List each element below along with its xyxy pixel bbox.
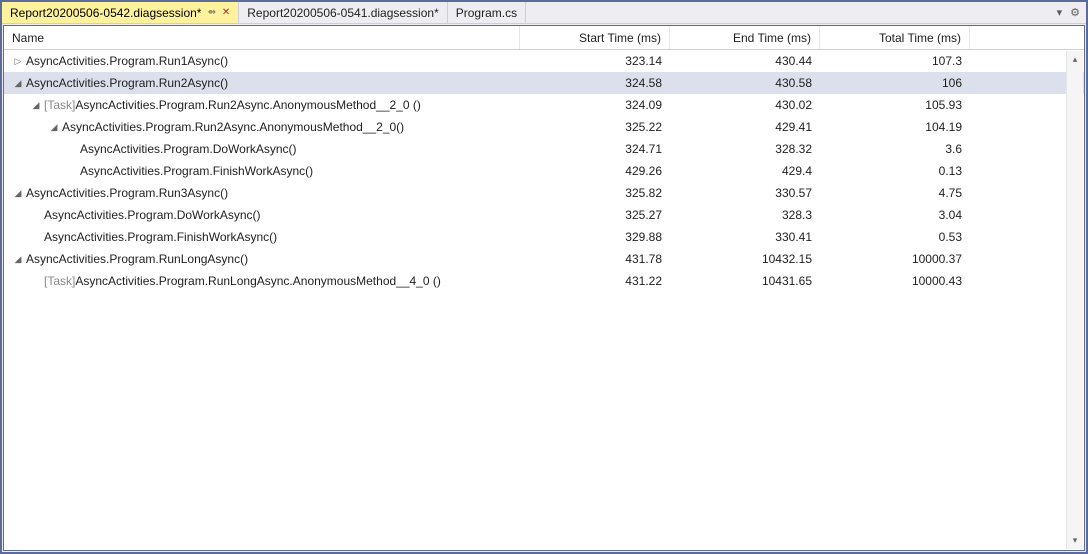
cell-name: ◢AsyncActivities.Program.Run3Async() [4,182,520,204]
gear-icon[interactable]: ⚙ [1070,6,1080,19]
vertical-scrollbar[interactable]: ▴ ▾ [1066,51,1083,549]
cell-total: 0.13 [820,160,970,182]
task-tag: [Task] [44,274,75,288]
row-name: AsyncActivities.Program.Run3Async() [26,186,228,200]
pin-icon[interactable]: ⇴ [207,7,215,18]
cell-end: 430.02 [670,94,820,116]
chevron-down-icon[interactable]: ◢ [48,122,60,133]
cell-start: 431.22 [520,270,670,292]
row-name: AsyncActivities.Program.FinishWorkAsync(… [80,164,313,178]
row-name: AsyncActivities.Program.FinishWorkAsync(… [44,230,277,244]
cell-end: 429.41 [670,116,820,138]
cell-end: 330.41 [670,226,820,248]
table-row[interactable]: ◢AsyncActivities.Program.RunLongAsync()4… [4,248,1084,270]
table-row[interactable]: [Task] AsyncActivities.Program.RunLongAs… [4,270,1084,292]
cell-total: 107.3 [820,50,970,72]
cell-end: 10432.15 [670,248,820,270]
cell-total: 10000.37 [820,248,970,270]
tab-strip: Report20200506-0542.diagsession* ⇴ ✕ Rep… [2,2,1086,24]
table-row[interactable]: ◢[Task] AsyncActivities.Program.Run2Asyn… [4,94,1084,116]
cell-name: ◢[Task] AsyncActivities.Program.Run2Asyn… [4,94,520,116]
cell-start: 429.26 [520,160,670,182]
cell-total: 10000.43 [820,270,970,292]
table-row[interactable]: AsyncActivities.Program.FinishWorkAsync(… [4,226,1084,248]
chevron-down-icon[interactable]: ◢ [30,100,42,111]
row-name: AsyncActivities.Program.Run2Async.Anonym… [75,98,421,112]
chevron-right-icon[interactable]: ▷ [12,56,24,67]
chevron-down-icon[interactable]: ◢ [12,78,24,89]
col-name[interactable]: Name [4,26,520,49]
cell-end: 10431.65 [670,270,820,292]
cell-name: ◢AsyncActivities.Program.Run2Async() [4,72,520,94]
window: Report20200506-0542.diagsession* ⇴ ✕ Rep… [2,2,1086,552]
results-grid: Name Start Time (ms) End Time (ms) Total… [3,25,1085,551]
row-name: AsyncActivities.Program.Run2Async.Anonym… [62,120,404,134]
cell-total: 3.6 [820,138,970,160]
table-row[interactable]: ◢AsyncActivities.Program.Run2Async()324.… [4,72,1084,94]
cell-name: ◢AsyncActivities.Program.RunLongAsync() [4,248,520,270]
cell-name: AsyncActivities.Program.FinishWorkAsync(… [4,226,520,248]
row-name: AsyncActivities.Program.Run1Async() [26,54,228,68]
tab-label: Program.cs [456,6,517,20]
tab-dropdown-icon[interactable]: ▾ [1057,6,1063,19]
cell-name: AsyncActivities.Program.FinishWorkAsync(… [4,160,520,182]
row-name: AsyncActivities.Program.DoWorkAsync() [44,208,261,222]
cell-total: 3.04 [820,204,970,226]
table-row[interactable]: ◢AsyncActivities.Program.Run3Async()325.… [4,182,1084,204]
cell-name: AsyncActivities.Program.DoWorkAsync() [4,204,520,226]
tab-label: Report20200506-0542.diagsession* [10,6,201,20]
cell-start: 323.14 [520,50,670,72]
cell-name: [Task] AsyncActivities.Program.RunLongAs… [4,270,520,292]
cell-total: 4.75 [820,182,970,204]
table-row[interactable]: AsyncActivities.Program.DoWorkAsync() 325… [4,204,1084,226]
cell-end: 328.32 [670,138,820,160]
tabstrip-controls: ▾ ⚙ [1051,2,1086,23]
cell-total: 104.19 [820,116,970,138]
tab-label: Report20200506-0541.diagsession* [247,6,438,20]
grid-body: ▷AsyncActivities.Program.Run1Async()323.… [4,50,1084,550]
cell-start: 431.78 [520,248,670,270]
scroll-up-icon[interactable]: ▴ [1067,51,1083,68]
cell-end: 328.3 [670,204,820,226]
col-total[interactable]: Total Time (ms) [820,26,970,49]
cell-total: 0.53 [820,226,970,248]
tab-program-cs[interactable]: Program.cs [448,2,526,23]
scroll-down-icon[interactable]: ▾ [1067,532,1083,549]
cell-end: 330.57 [670,182,820,204]
table-row[interactable]: AsyncActivities.Program.FinishWorkAsync(… [4,160,1084,182]
cell-name: ▷AsyncActivities.Program.Run1Async() [4,50,520,72]
cell-end: 429.4 [670,160,820,182]
row-name: AsyncActivities.Program.DoWorkAsync() [80,142,297,156]
cell-end: 430.44 [670,50,820,72]
cell-start: 325.22 [520,116,670,138]
chevron-down-icon[interactable]: ◢ [12,188,24,199]
chevron-down-icon[interactable]: ◢ [12,254,24,265]
close-icon[interactable]: ✕ [222,7,230,18]
table-row[interactable]: ◢AsyncActivities.Program.Run2Async.Anony… [4,116,1084,138]
table-row[interactable]: AsyncActivities.Program.DoWorkAsync() 324… [4,138,1084,160]
col-start[interactable]: Start Time (ms) [520,26,670,49]
cell-total: 105.93 [820,94,970,116]
row-name: AsyncActivities.Program.Run2Async() [26,76,228,90]
table-row[interactable]: ▷AsyncActivities.Program.Run1Async()323.… [4,50,1084,72]
cell-start: 329.88 [520,226,670,248]
cell-end: 430.58 [670,72,820,94]
cell-name: ◢AsyncActivities.Program.Run2Async.Anony… [4,116,520,138]
cell-start: 324.58 [520,72,670,94]
row-name: AsyncActivities.Program.RunLongAsync.Ano… [75,274,441,288]
grid-header: Name Start Time (ms) End Time (ms) Total… [4,26,1084,50]
cell-start: 324.71 [520,138,670,160]
col-end[interactable]: End Time (ms) [670,26,820,49]
cell-start: 324.09 [520,94,670,116]
task-tag: [Task] [44,98,75,112]
tab-report-0541[interactable]: Report20200506-0541.diagsession* [239,2,447,23]
row-name: AsyncActivities.Program.RunLongAsync() [26,252,248,266]
tab-report-0542[interactable]: Report20200506-0542.diagsession* ⇴ ✕ [2,2,239,23]
cell-start: 325.27 [520,204,670,226]
cell-name: AsyncActivities.Program.DoWorkAsync() [4,138,520,160]
cell-start: 325.82 [520,182,670,204]
cell-total: 106 [820,72,970,94]
